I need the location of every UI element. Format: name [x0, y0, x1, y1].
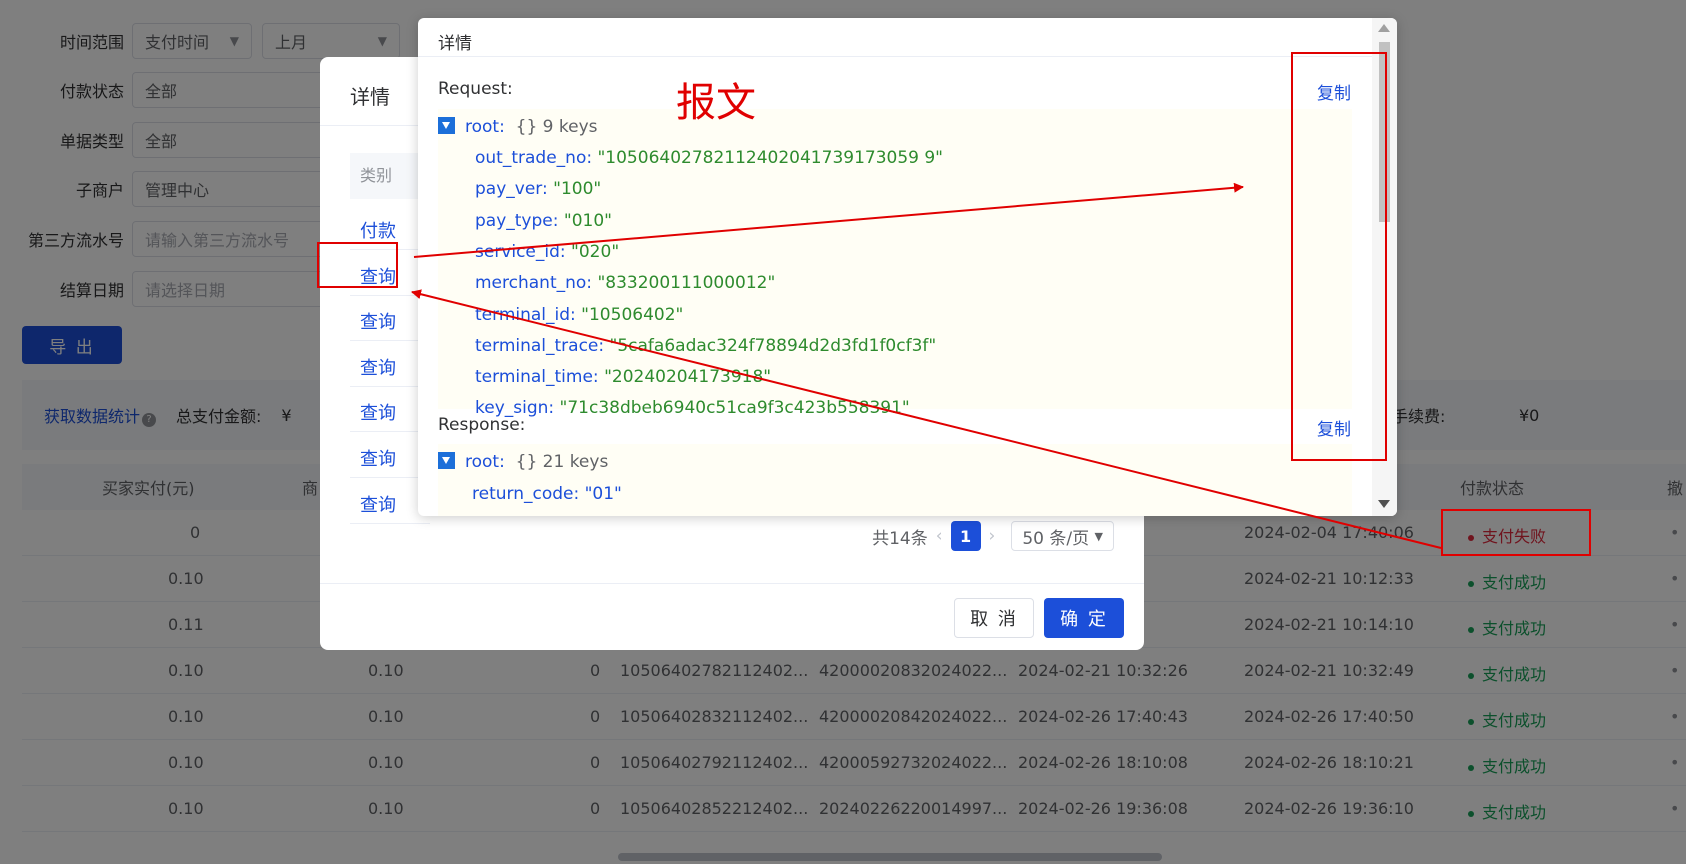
annotation-overlay	[317, 52, 1591, 556]
annotation-arrow	[411, 289, 1442, 549]
highlight-box-failed	[1441, 509, 1591, 556]
highlight-box-copy	[1291, 52, 1387, 461]
highlight-box-query	[317, 242, 398, 288]
annotation-arrow	[413, 182, 1244, 258]
